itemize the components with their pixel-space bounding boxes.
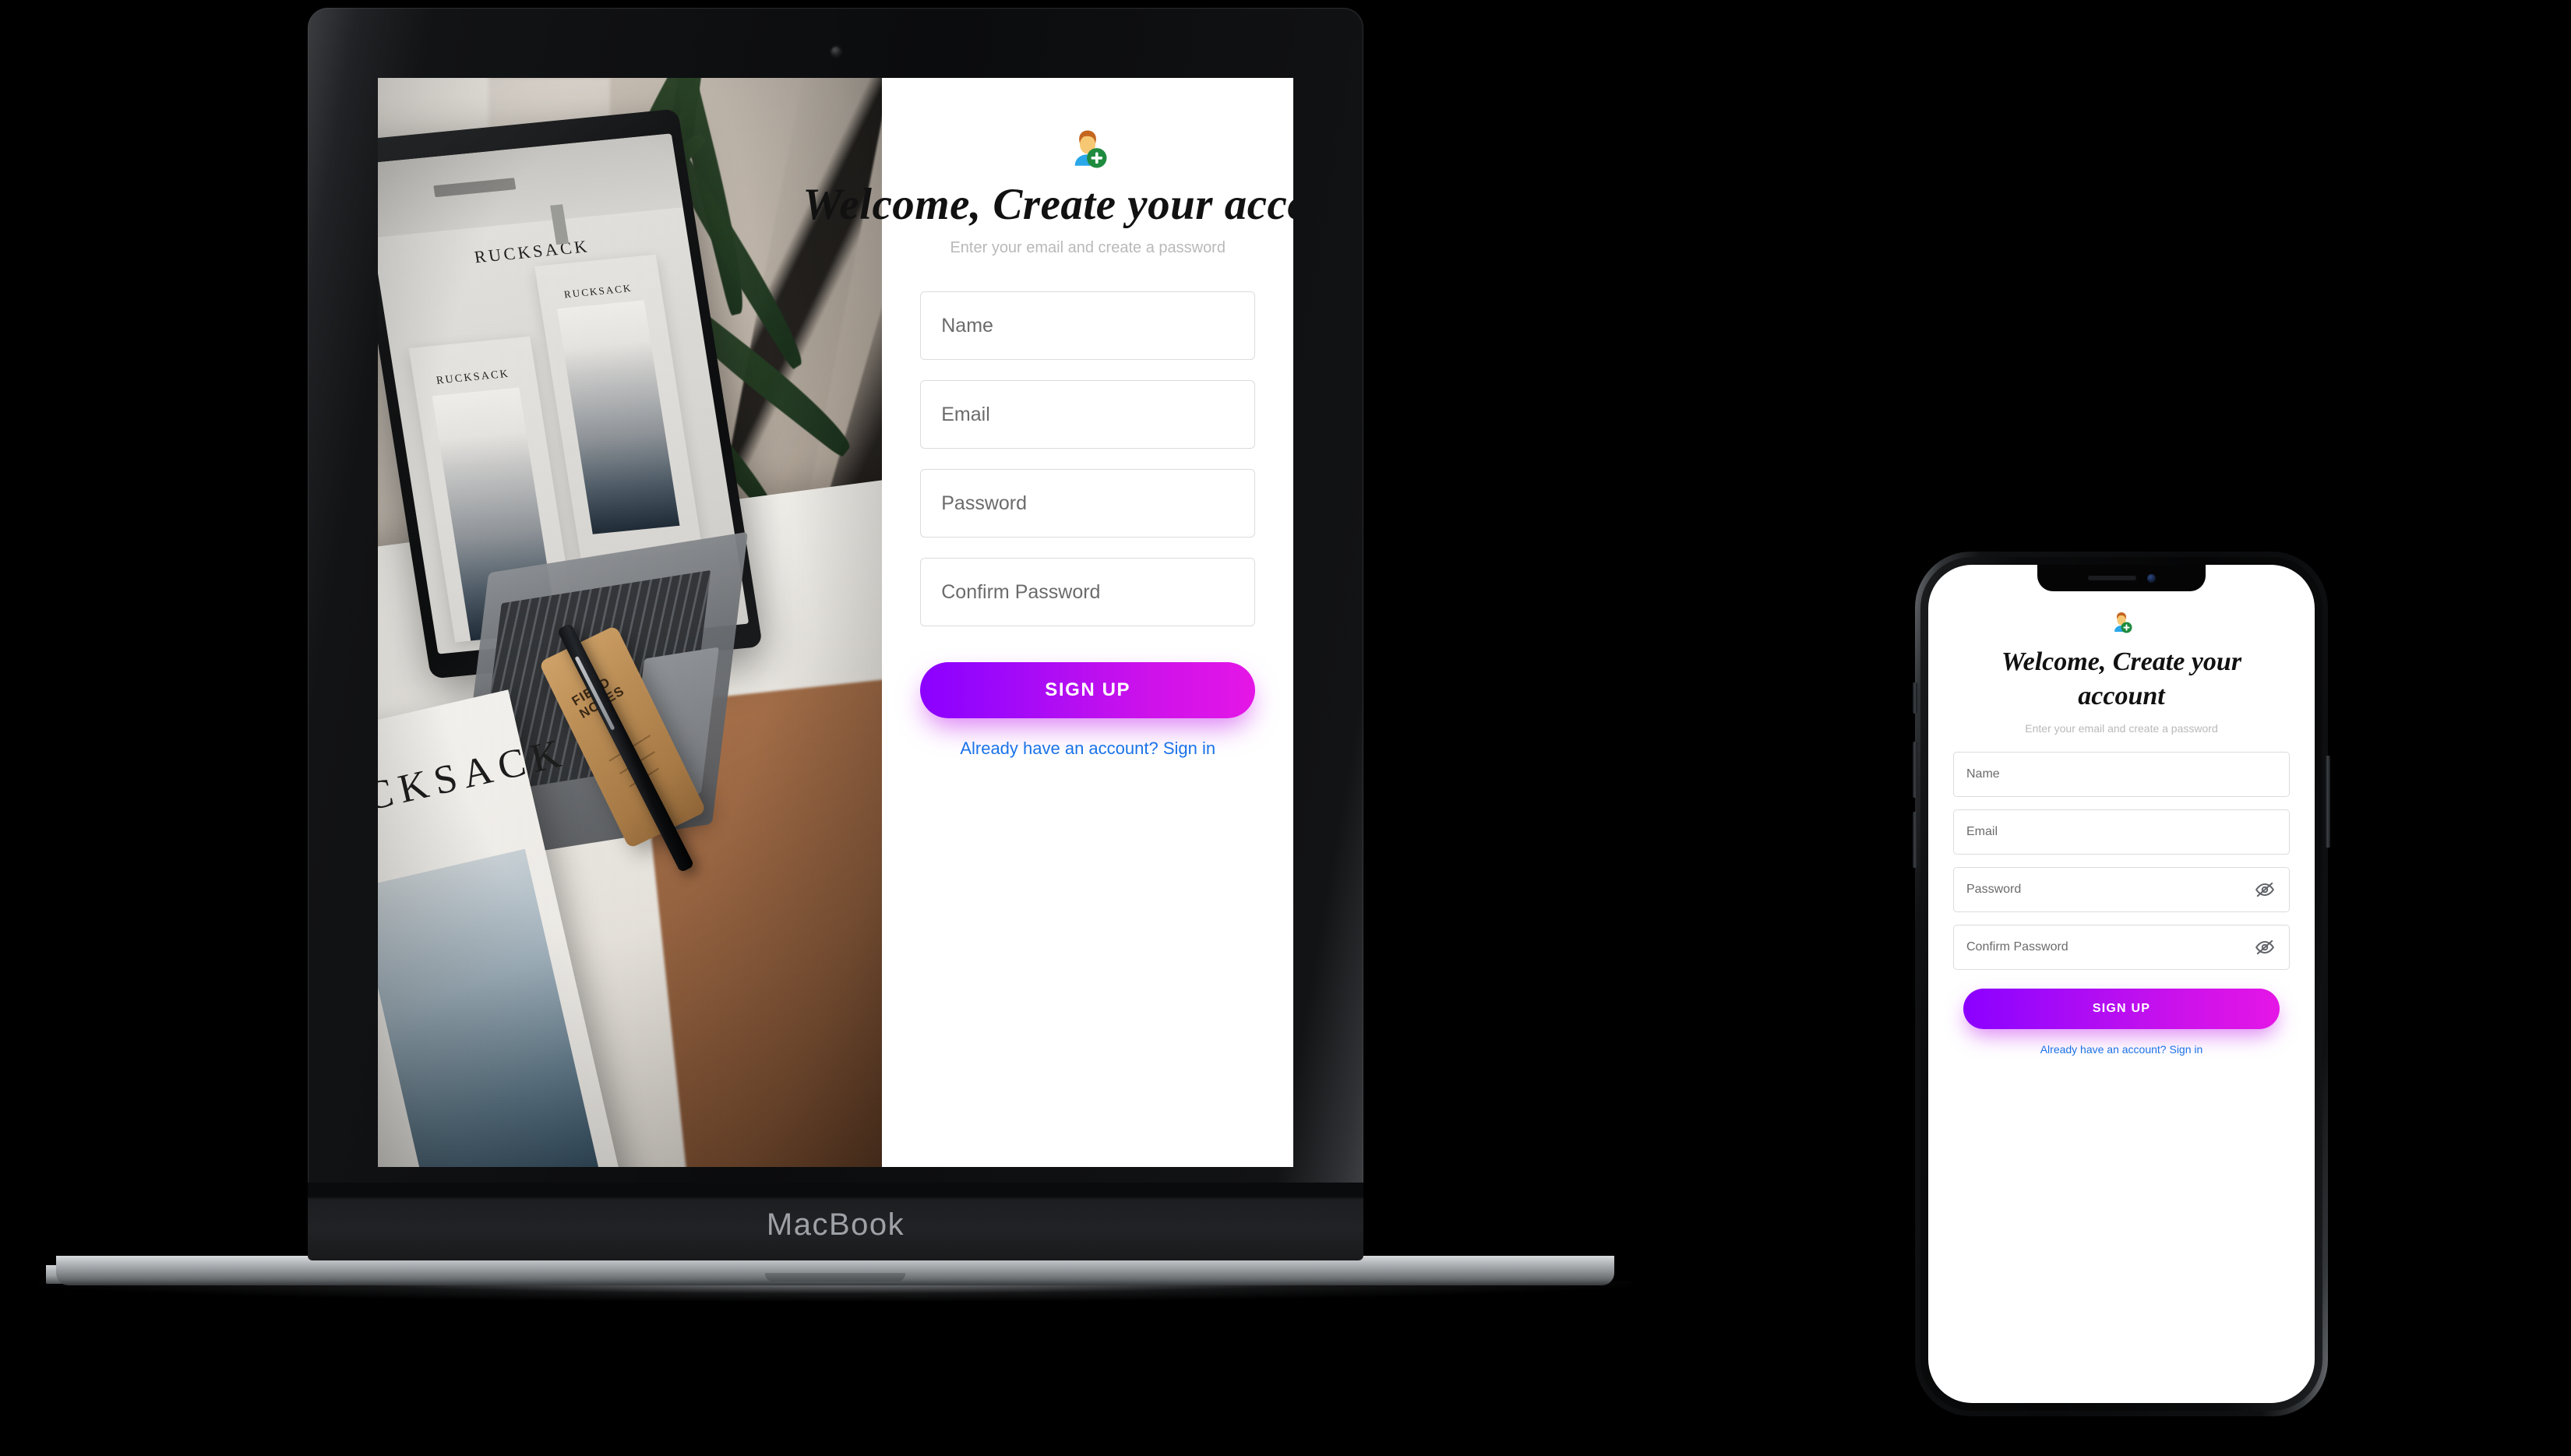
mobile-email-field[interactable]: Email (1953, 809, 2290, 855)
front-camera-icon (2146, 573, 2156, 583)
macbook-chin: MacBook (308, 1183, 1363, 1260)
password-placeholder: Password (941, 492, 1027, 514)
email-field[interactable]: Email (920, 380, 1256, 449)
mobile-name-placeholder: Name (1966, 767, 2000, 781)
mobile-password-placeholder: Password (1966, 883, 2022, 897)
iphone-device: Welcome, Create your account Enter your … (1913, 552, 2330, 1416)
volume-down-button[interactable] (1913, 812, 1917, 868)
earpiece-speaker-icon (2087, 576, 2136, 580)
mobile-page-subtitle: Enter your email and create a password (2025, 722, 2218, 735)
mobile-confirm-password-placeholder: Confirm Password (1966, 940, 2068, 954)
webcam-icon (831, 47, 841, 56)
mobile-name-field[interactable]: Name (1953, 752, 2290, 798)
mute-switch[interactable] (1913, 682, 1917, 714)
mobile-sign-up-button[interactable]: SIGN UP (1963, 989, 2280, 1030)
mobile-password-field[interactable]: Password (1953, 867, 2290, 913)
name-placeholder: Name (941, 314, 993, 337)
macbook-screen: RUCKSACK RUCKSACK RUCKSACK (378, 78, 1293, 1167)
page-title: Welcome, Create your account (802, 180, 1293, 229)
signup-form: Name Email Password Confirm Password (920, 291, 1256, 647)
eye-off-icon[interactable] (2255, 880, 2275, 900)
volume-up-button[interactable] (1913, 742, 1917, 798)
mobile-page-title: Welcome, Create your account (2001, 647, 2242, 710)
macbook-lid: RUCKSACK RUCKSACK RUCKSACK (308, 8, 1363, 1260)
mobile-user-add-icon (2109, 610, 2134, 639)
mobile-signup-panel: Welcome, Create your account Enter your … (1928, 565, 2315, 1403)
power-button[interactable] (2326, 756, 2330, 848)
user-add-icon (1065, 126, 1110, 171)
hero-photo: RUCKSACK RUCKSACK RUCKSACK (378, 78, 883, 1167)
password-field[interactable]: Password (920, 469, 1256, 538)
eye-off-icon[interactable] (2255, 937, 2275, 957)
signup-panel: Welcome, Create your account Enter your … (802, 78, 1293, 1167)
page-subtitle: Enter your email and create a password (950, 239, 1226, 256)
email-placeholder: Email (941, 403, 990, 425)
confirm-password-field[interactable]: Confirm Password (920, 558, 1256, 626)
sign-in-link[interactable]: Already have an account? Sign in (960, 739, 1215, 759)
mobile-sign-in-link[interactable]: Already have an account? Sign in (2040, 1043, 2203, 1056)
iphone-notch (2037, 565, 2206, 591)
screenshot-stage: RUCKSACK RUCKSACK RUCKSACK (0, 0, 2571, 1456)
macbook-device: RUCKSACK RUCKSACK RUCKSACK (39, 8, 1632, 1332)
name-field[interactable]: Name (920, 291, 1256, 360)
mobile-email-placeholder: Email (1966, 825, 1998, 839)
mobile-confirm-password-field[interactable]: Confirm Password (1953, 925, 2290, 971)
iphone-screen: Welcome, Create your account Enter your … (1928, 565, 2315, 1403)
confirm-password-placeholder: Confirm Password (941, 580, 1101, 603)
sign-up-button[interactable]: SIGN UP (920, 662, 1256, 718)
macbook-wordmark: MacBook (766, 1207, 905, 1242)
mobile-signup-form: Name Email Password Confirm Password (1953, 752, 2290, 982)
